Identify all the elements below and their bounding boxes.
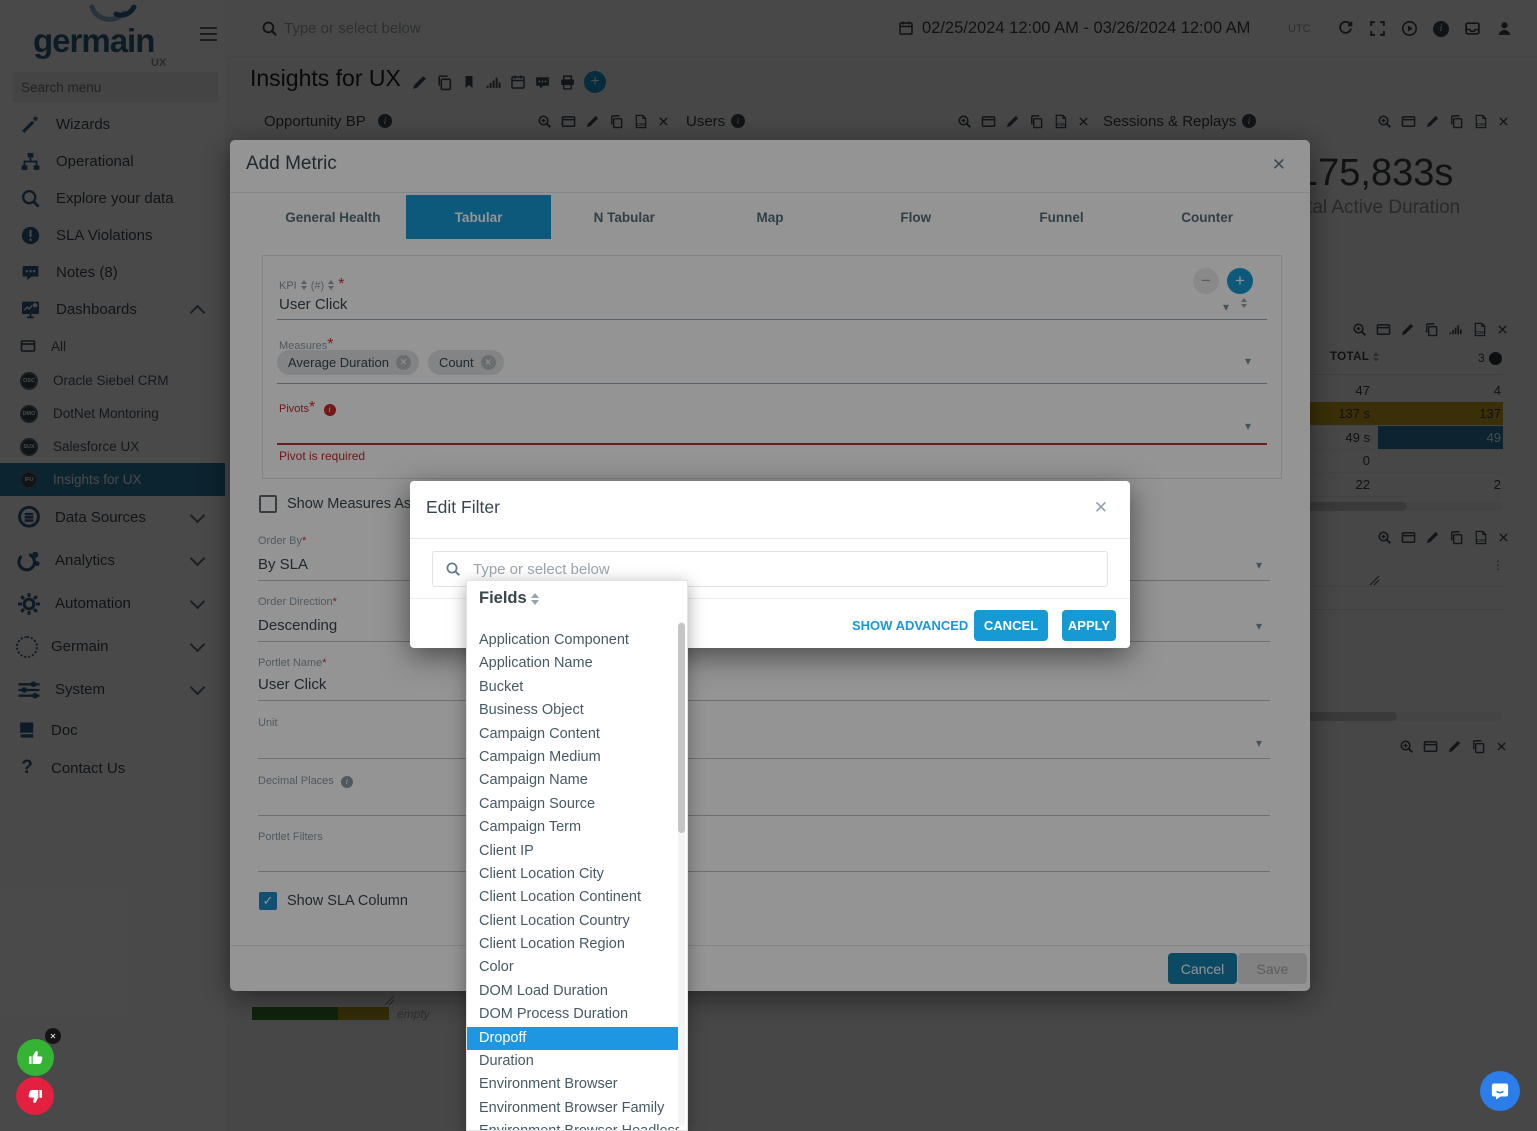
field-option[interactable]: DOM Load Duration xyxy=(467,980,679,1003)
field-option[interactable]: Campaign Source xyxy=(467,793,679,816)
field-option[interactable]: Duration xyxy=(467,1050,679,1073)
chat-widget-button[interactable] xyxy=(1480,1071,1520,1111)
field-option[interactable]: Campaign Term xyxy=(467,816,679,839)
field-option[interactable]: Environment Browser Headless xyxy=(467,1120,679,1131)
field-option[interactable]: Color xyxy=(467,956,679,979)
dialog-title: Edit Filter xyxy=(426,497,500,518)
field-option[interactable]: Application Component xyxy=(467,629,679,652)
field-option[interactable]: Client Location Region xyxy=(467,933,679,956)
filter-search-input[interactable] xyxy=(471,560,1107,579)
thumbs-up-icon xyxy=(26,1048,45,1067)
thumbs-down-icon xyxy=(26,1087,45,1106)
field-option[interactable]: Campaign Name xyxy=(467,769,679,792)
field-option[interactable]: Campaign Content xyxy=(467,723,679,746)
apply-button[interactable]: APPLY xyxy=(1062,610,1116,641)
field-option[interactable]: Business Object xyxy=(467,699,679,722)
dismiss-feedback-button[interactable]: ✕ xyxy=(45,1028,61,1044)
dropdown-group-header[interactable]: Fields xyxy=(479,589,543,608)
divider xyxy=(410,538,1130,539)
close-icon[interactable]: ✕ xyxy=(1094,498,1108,518)
field-option[interactable]: Bucket xyxy=(467,676,679,699)
dropdown-scrollbar-thumb[interactable] xyxy=(678,623,685,833)
field-option[interactable]: Campaign Medium xyxy=(467,746,679,769)
field-option[interactable]: Application Name xyxy=(467,652,679,675)
sort-toggle-icon[interactable] xyxy=(531,593,539,605)
field-option[interactable]: Client IP xyxy=(467,840,679,863)
search-icon xyxy=(445,561,461,577)
field-option[interactable]: Client Location City xyxy=(467,863,679,886)
chat-bubble-icon xyxy=(1490,1081,1510,1101)
fields-dropdown-list: Application ComponentApplication NameBuc… xyxy=(467,629,679,1131)
thumbs-down-button[interactable] xyxy=(16,1077,54,1115)
field-option[interactable]: Environment Browser xyxy=(467,1073,679,1096)
thumbs-up-button[interactable] xyxy=(17,1039,54,1076)
field-option[interactable]: Dropoff xyxy=(467,1027,679,1050)
field-option[interactable]: Client Location Continent xyxy=(467,886,679,909)
show-advanced-link[interactable]: SHOW ADVANCED xyxy=(852,618,968,633)
field-option[interactable]: DOM Process Duration xyxy=(467,1003,679,1026)
fields-dropdown: Fields Application ComponentApplication … xyxy=(466,580,688,1131)
field-option[interactable]: Client Location Country xyxy=(467,910,679,933)
field-option[interactable]: Environment Browser Family xyxy=(467,1097,679,1120)
cancel-button[interactable]: CANCEL xyxy=(974,610,1048,641)
